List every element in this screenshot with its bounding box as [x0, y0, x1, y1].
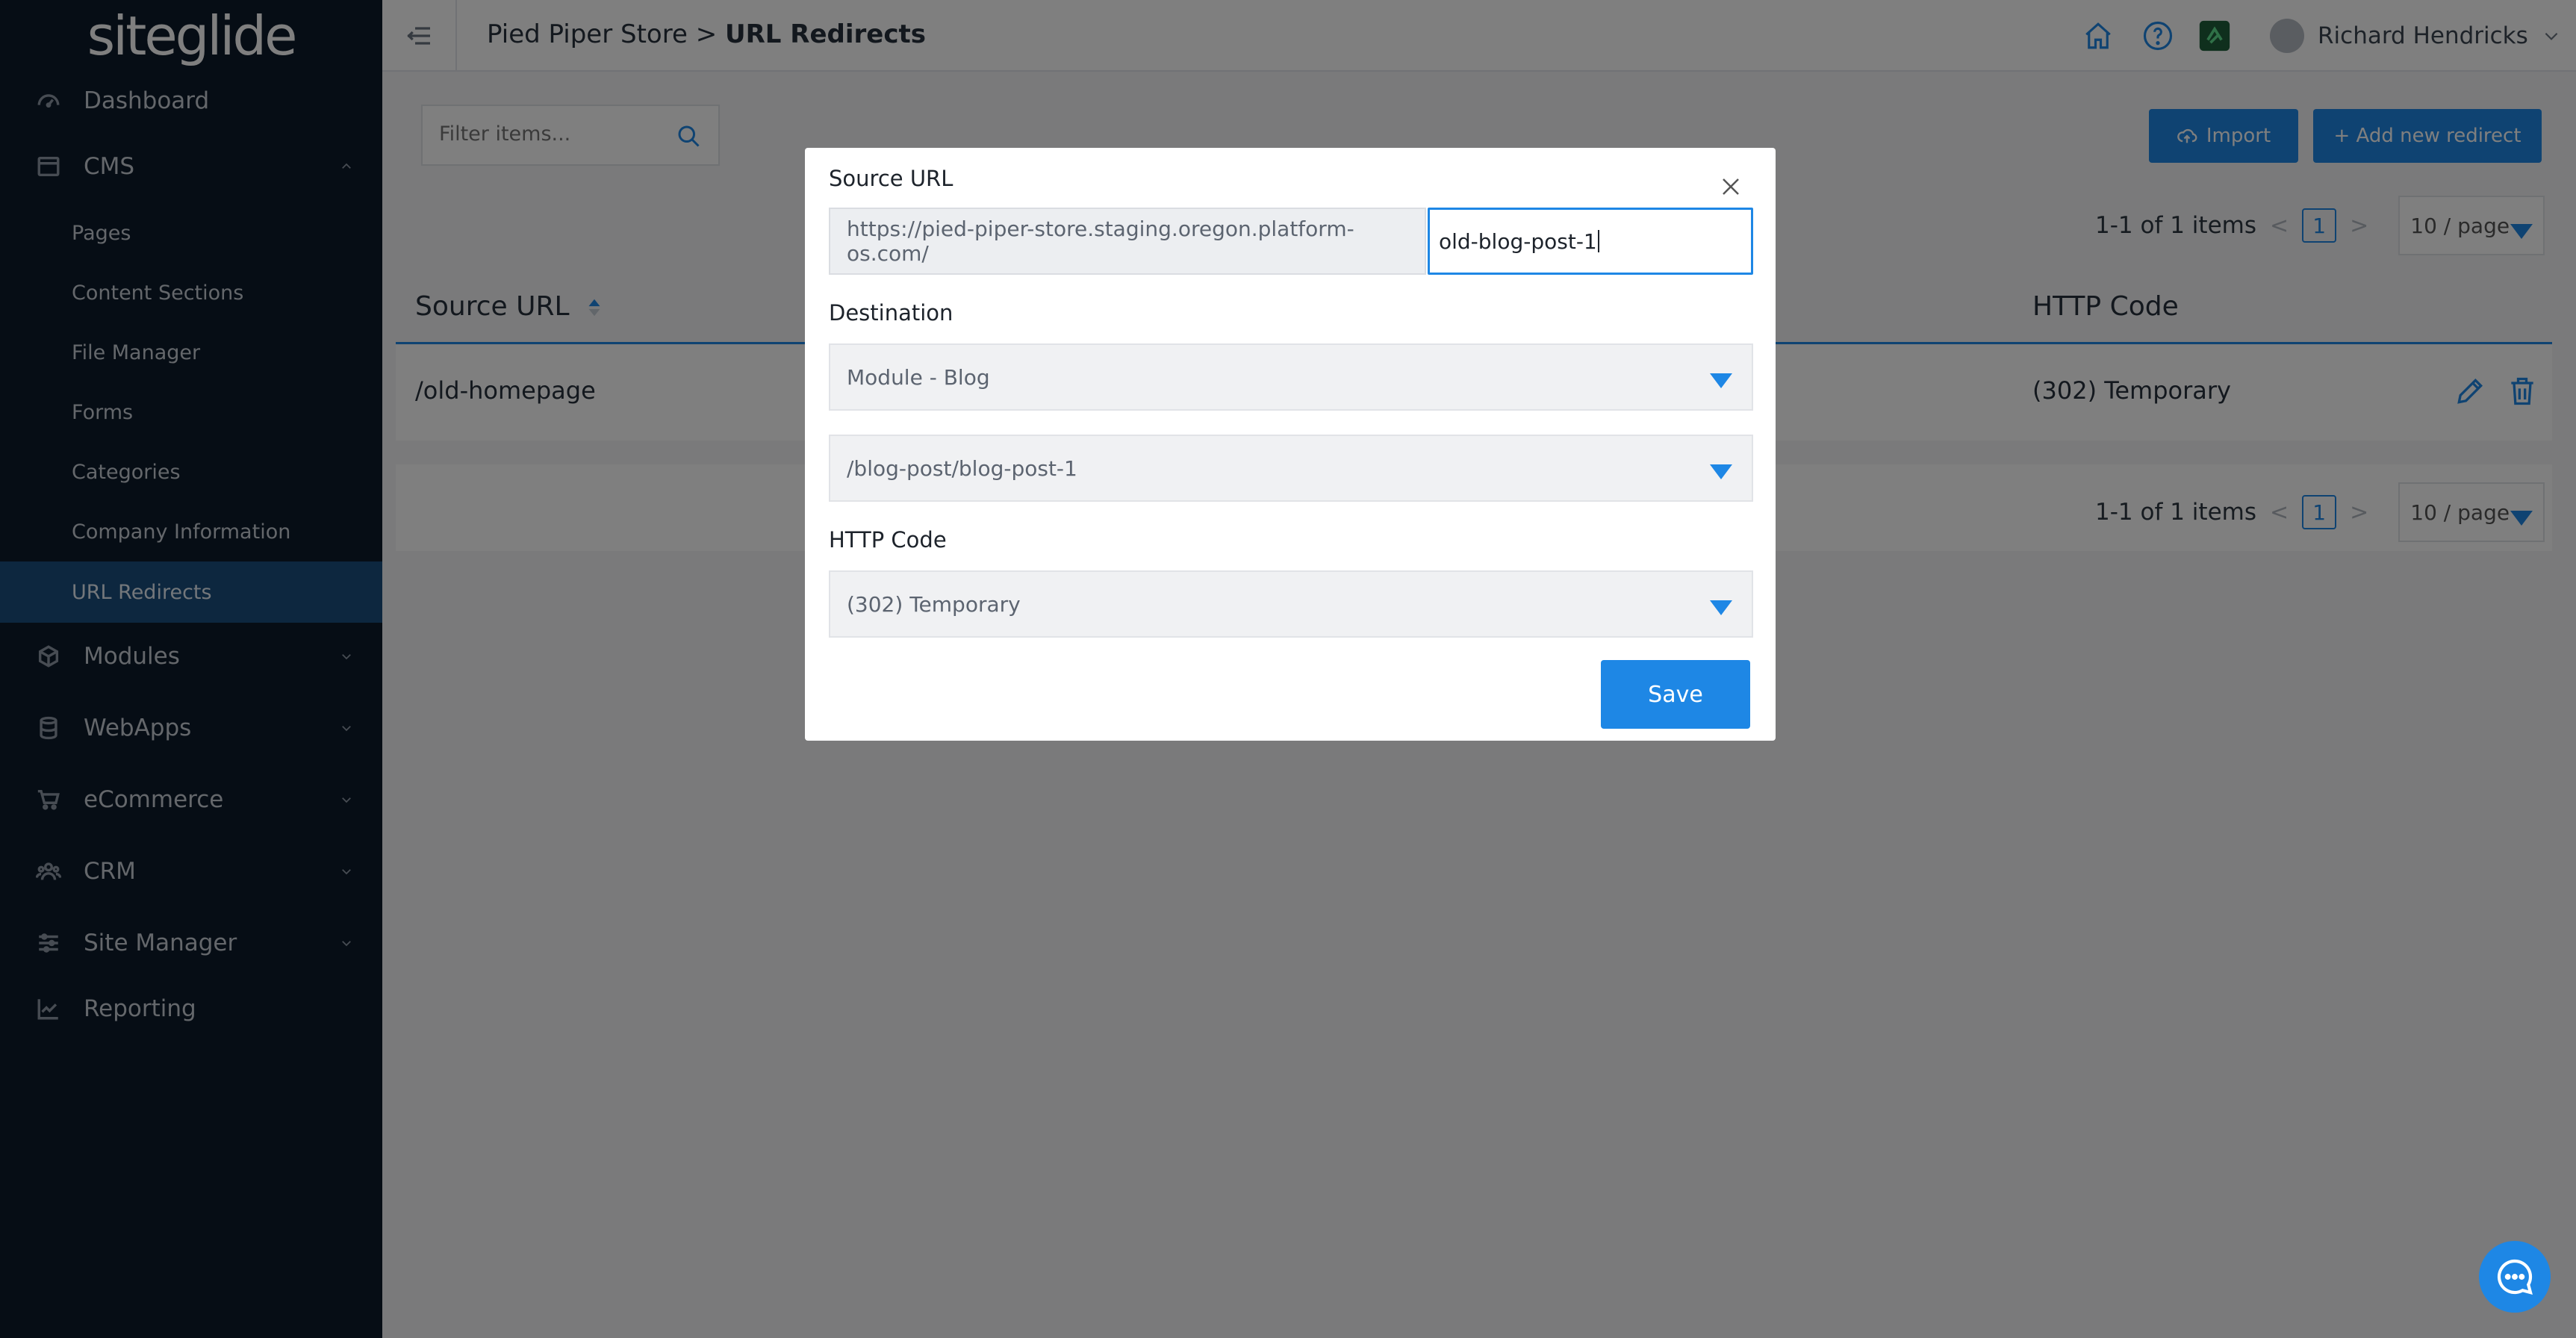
source-url-value: old-blog-post-1: [1439, 228, 1597, 254]
http-code-label: HTTP Code: [829, 527, 947, 553]
redirect-modal: Source URL https://pied-piper-store.stag…: [805, 148, 1776, 741]
save-button[interactable]: Save: [1601, 660, 1750, 729]
destination-type-value: Module - Blog: [847, 364, 990, 390]
dropdown-arrow-icon: [1710, 600, 1732, 615]
dropdown-arrow-icon: [1710, 373, 1732, 388]
destination-item-value: /blog-post/blog-post-1: [847, 455, 1077, 481]
http-code-value: (302) Temporary: [847, 591, 1021, 617]
source-url-prefix: https://pied-piper-store.staging.oregon.…: [829, 208, 1426, 275]
source-url-label: Source URL: [829, 166, 953, 191]
chat-support-button[interactable]: [2479, 1241, 2551, 1313]
chat-icon: [2497, 1259, 2533, 1295]
dropdown-arrow-icon: [1710, 464, 1732, 479]
destination-label: Destination: [829, 300, 953, 326]
destination-type-select[interactable]: Module - Blog: [829, 343, 1753, 411]
close-icon[interactable]: [1716, 172, 1746, 202]
destination-item-select[interactable]: /blog-post/blog-post-1: [829, 435, 1753, 502]
text-cursor: [1597, 230, 1599, 252]
source-url-input[interactable]: old-blog-post-1: [1428, 208, 1753, 275]
http-code-select[interactable]: (302) Temporary: [829, 570, 1753, 638]
